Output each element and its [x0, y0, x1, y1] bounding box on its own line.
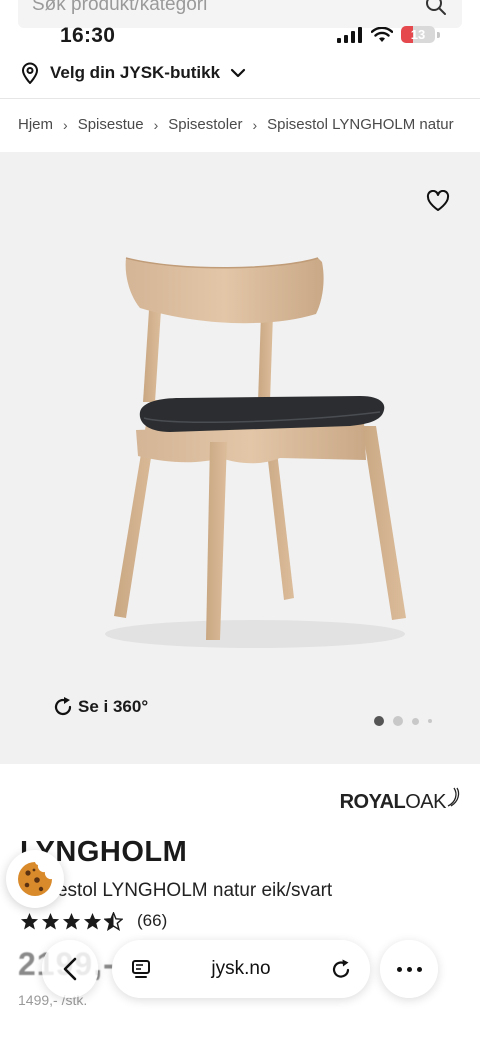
more-icon-dot [406, 966, 412, 972]
browser-back-button[interactable] [42, 940, 98, 998]
back-arrow-icon [63, 957, 77, 981]
breadcrumb: Hjem › Spisestue › Spisestoler › Spisest… [18, 116, 480, 133]
status-icons: 13 [337, 26, 440, 43]
store-selector-label: Velg din JYSK-butikk [50, 63, 221, 82]
search-icon[interactable] [424, 0, 448, 17]
search-placeholder: Søk produkt/kategori [32, 0, 208, 15]
cellular-signal-icon [337, 26, 362, 43]
rotate-360-icon [54, 697, 72, 716]
breadcrumb-separator: › [252, 116, 258, 133]
brand-logo[interactable]: ROYAL OAK [340, 786, 462, 814]
cookie-consent-button[interactable] [6, 850, 64, 908]
status-time: 16:30 [60, 24, 116, 47]
reload-icon[interactable] [330, 958, 352, 980]
product-image-chair [105, 257, 406, 648]
breadcrumb-item-chairs[interactable]: Spisestoler [168, 116, 242, 133]
gallery-pagination[interactable] [374, 716, 432, 726]
breadcrumb-item-home[interactable]: Hjem [18, 116, 53, 133]
brand-logo-bold: ROYAL [339, 791, 406, 813]
product-gallery[interactable]: Se i 360° [0, 152, 480, 764]
brand-logo-light: OAK [405, 791, 446, 813]
wifi-icon [371, 26, 393, 42]
more-icon-dot [416, 966, 422, 972]
gallery-dot[interactable] [428, 719, 432, 723]
view-360-label: Se i 360° [78, 697, 149, 716]
breadcrumb-item-current: Spisestol LYNGHOLM natur [267, 116, 454, 133]
review-count[interactable]: (66) [137, 911, 167, 931]
star-icon [83, 912, 102, 929]
battery-tip [437, 31, 440, 38]
browser-url-bar[interactable]: jysk.no [112, 940, 370, 998]
product-subtitle: Spisestol LYNGHOLM natur eik/svart [20, 880, 333, 901]
star-half-icon [104, 911, 123, 931]
breadcrumb-separator: › [153, 116, 159, 133]
star-icon [20, 912, 39, 929]
store-selector[interactable]: Velg din JYSK-butikk [20, 60, 246, 86]
header-divider [0, 98, 480, 99]
chevron-down-icon [230, 68, 246, 78]
brand-swoosh-icon [447, 787, 460, 807]
battery-icon: 13 [401, 26, 435, 43]
heart-icon[interactable] [426, 190, 450, 212]
location-pin-icon [21, 62, 39, 84]
product-rating[interactable]: (66) [20, 911, 167, 931]
gallery-dot[interactable] [393, 716, 403, 726]
cookie-icon [18, 862, 52, 896]
gallery-dot-active[interactable] [374, 716, 384, 726]
breadcrumb-item-dining[interactable]: Spisestue [78, 116, 144, 133]
tabs-icon[interactable] [130, 958, 152, 980]
browser-url-text[interactable]: jysk.no [152, 958, 330, 980]
star-icon [41, 912, 60, 929]
gallery-dot[interactable] [412, 717, 419, 725]
more-icon [396, 966, 402, 972]
browser-more-button[interactable] [380, 940, 438, 998]
view-360-button[interactable]: Se i 360° [52, 696, 148, 718]
battery-level: 13 [410, 27, 426, 42]
star-icon [62, 912, 81, 929]
breadcrumb-separator: › [63, 116, 68, 133]
status-bar: 16:30 13 [0, 20, 480, 54]
